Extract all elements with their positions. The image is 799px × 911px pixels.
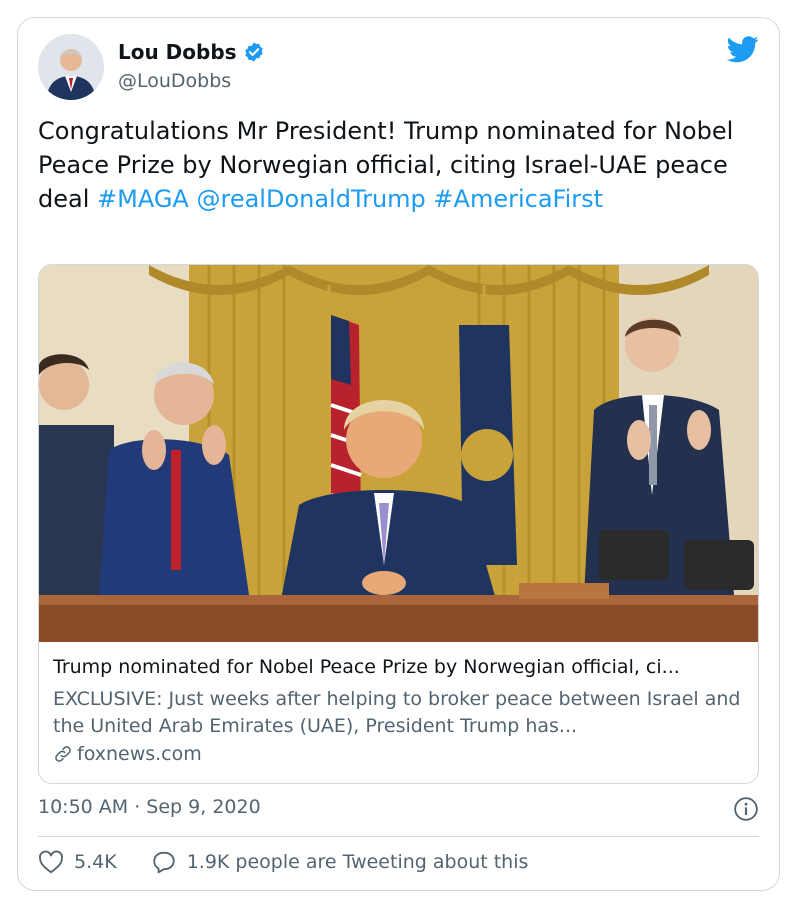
tweeting-about-text: 1.9K people are Tweeting about this xyxy=(186,851,529,873)
hashtag-maga[interactable]: #MAGA xyxy=(97,185,189,213)
author-handle[interactable]: @LouDobbs xyxy=(118,70,231,92)
tweet-card: Lou Dobbs @LouDobbs Congratulations Mr P… xyxy=(17,17,780,891)
info-icon[interactable] xyxy=(733,796,759,826)
tweet-timestamp[interactable]: 10:50 AM · Sep 9, 2020 xyxy=(38,796,261,818)
link-preview-card[interactable]: Trump nominated for Nobel Peace Prize by… xyxy=(38,264,759,784)
avatar[interactable] xyxy=(38,34,104,100)
tweet-text: Congratulations Mr President! Trump nomi… xyxy=(38,114,758,216)
like-action[interactable]: 5.4K xyxy=(38,850,117,874)
speech-bubble-icon xyxy=(153,851,175,874)
link-card-domain: foxnews.com xyxy=(77,743,202,765)
heart-icon xyxy=(39,850,63,874)
link-card-description: EXCLUSIVE: Just weeks after helping to b… xyxy=(53,688,741,737)
link-icon xyxy=(55,746,71,762)
avatar-photo xyxy=(38,34,104,100)
like-count: 5.4K xyxy=(74,851,117,873)
link-card-domain-row: foxnews.com xyxy=(53,743,202,765)
link-card-title: Trump nominated for Nobel Peace Prize by… xyxy=(53,656,680,678)
verified-badge-icon xyxy=(244,42,263,62)
author-name[interactable]: Lou Dobbs xyxy=(118,40,237,64)
reply-action[interactable]: 1.9K people are Tweeting about this xyxy=(151,850,529,874)
divider xyxy=(38,836,759,837)
tweet-actions: 5.4K 1.9K people are Tweeting about this xyxy=(38,850,562,874)
twitter-bird-icon[interactable] xyxy=(726,36,759,67)
hashtag-americafirst[interactable]: #AmericaFirst xyxy=(433,185,603,213)
mention-realdonaldtrump[interactable]: @realDonaldTrump xyxy=(196,185,425,213)
link-preview-image xyxy=(39,265,758,642)
